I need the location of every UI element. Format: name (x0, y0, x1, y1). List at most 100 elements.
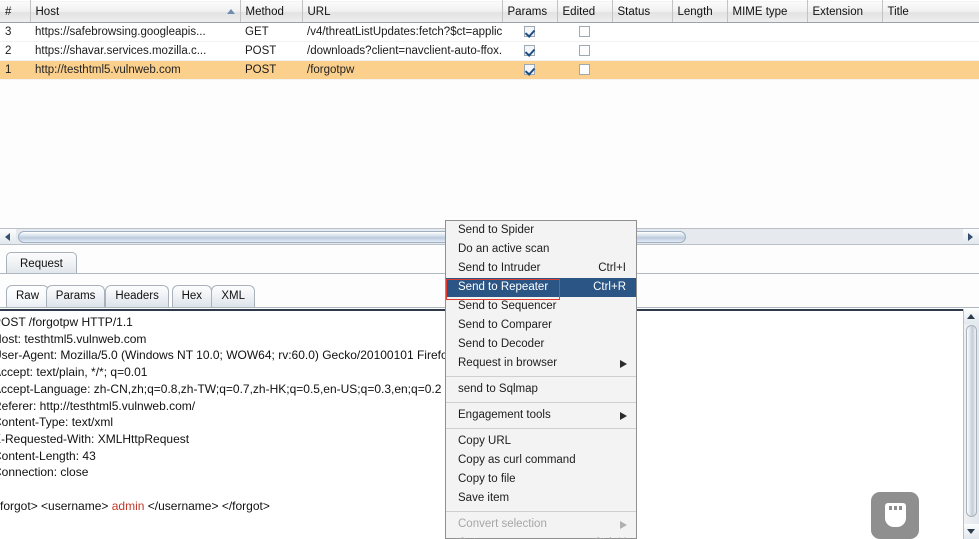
cell-title (882, 22, 979, 42)
menu-separator (446, 402, 636, 403)
checkbox-unchecked-icon[interactable] (579, 45, 590, 57)
menu-item-label: Send to Intruder (458, 262, 541, 274)
menu-item-save-item[interactable]: Save item (446, 489, 636, 508)
cell-url: /v4/threatListUpdates:fetch?$ct=applic..… (302, 22, 502, 42)
scroll-right-arrow-icon[interactable] (963, 229, 979, 244)
cell-params[interactable] (502, 22, 557, 42)
cell-params[interactable] (502, 60, 557, 80)
menu-item-cut: CutCtrl+X (446, 534, 636, 539)
column-header-edited[interactable]: Edited (557, 0, 613, 23)
scroll-left-arrow-icon[interactable] (0, 229, 16, 244)
menu-item-send-to-comparer[interactable]: Send to Comparer (446, 316, 636, 335)
scroll-up-arrow-icon[interactable] (964, 309, 979, 324)
cell-edited[interactable] (557, 22, 612, 42)
menu-item-send-to-spider[interactable]: Send to Spider (446, 221, 636, 240)
menu-item-label: Send to Spider (458, 224, 535, 236)
menu-item-label: Send to Repeater (458, 281, 549, 293)
menu-item-send-to-sqlmap[interactable]: send to Sqlmap (446, 380, 636, 399)
cell-mime-type (727, 22, 807, 42)
tab-raw[interactable]: Raw (6, 285, 50, 307)
menu-item-copy-url[interactable]: Copy URL (446, 432, 636, 451)
menu-item-label: Send to Comparer (458, 319, 552, 331)
menu-item-send-to-sequencer[interactable]: Send to Sequencer (446, 297, 636, 316)
request-body-highlight: admin (111, 498, 145, 513)
table-row[interactable]: 2 https://shavar.services.mozilla.c... POS… (0, 41, 979, 61)
proxy-history-table: # Host Method URL Params Edited Status L… (0, 0, 979, 80)
column-header-status[interactable]: Status (612, 0, 673, 23)
menu-item-engagement-tools[interactable]: Engagement tools (446, 406, 636, 425)
menu-item-copy-to-file[interactable]: Copy to file (446, 470, 636, 489)
tab-hex[interactable]: Hex (171, 285, 213, 307)
checkbox-unchecked-icon[interactable] (579, 64, 590, 76)
column-label: Params (507, 5, 548, 18)
menu-item-send-to-intruder[interactable]: Send to Intruder Ctrl+I (446, 259, 636, 278)
cell-method: POST (240, 60, 302, 80)
cell-mime-type (727, 60, 807, 80)
menu-item-shortcut: Ctrl+R (593, 281, 626, 293)
context-menu[interactable]: Send to Spider Do an active scan Send to I… (445, 220, 637, 539)
menu-item-shortcut: Ctrl+X (594, 534, 626, 539)
column-header-length[interactable]: Length (672, 0, 728, 23)
column-header-num[interactable]: # (0, 0, 31, 23)
tab-headers[interactable]: Headers (105, 285, 169, 307)
tab-request[interactable]: Request (6, 252, 77, 274)
cell-status (612, 41, 672, 61)
cell-extension (807, 22, 882, 42)
menu-item-request-in-browser[interactable]: Request in browser (446, 354, 636, 373)
column-header-url[interactable]: URL (302, 0, 503, 23)
column-label: URL (307, 5, 331, 18)
submenu-arrow-icon (620, 412, 627, 420)
submenu-arrow-icon (620, 360, 627, 368)
menu-item-convert-selection: Convert selection (446, 515, 636, 534)
cell-url: /downloads?client=navclient-auto-ffox... (302, 41, 502, 61)
column-header-params[interactable]: Params (502, 0, 558, 23)
cell-status (612, 22, 672, 42)
menu-item-label: Save item (458, 492, 510, 504)
cell-params[interactable] (502, 41, 557, 61)
menu-item-label: send to Sqlmap (458, 383, 538, 395)
cell-edited[interactable] (557, 60, 612, 80)
table-row[interactable]: 3 https://safebrowsing.googleapis... GET/v… (0, 22, 979, 42)
checkbox-checked-icon[interactable] (524, 45, 535, 57)
tab-xml[interactable]: XML (211, 285, 256, 307)
menu-item-label: Engagement tools (458, 409, 551, 421)
request-vertical-scrollbar[interactable] (963, 309, 979, 539)
cell-edited[interactable] (557, 41, 612, 61)
menu-separator (446, 428, 636, 429)
menu-item-shortcut: Ctrl+I (598, 262, 626, 274)
column-label: # (5, 5, 12, 18)
menu-item-send-to-decoder[interactable]: Send to Decoder (446, 335, 636, 354)
menu-item-label: Copy URL (458, 435, 512, 447)
cell-host: https://shavar.services.mozilla.c... (30, 41, 240, 61)
menu-item-do-an-active-scan[interactable]: Do an active scan (446, 240, 636, 259)
menu-item-copy-as-curl-command[interactable]: Copy as curl command (446, 451, 636, 470)
checkbox-unchecked-icon[interactable] (579, 26, 590, 38)
column-header-method[interactable]: Method (240, 0, 303, 23)
menu-separator (446, 511, 636, 512)
column-label: Host (35, 5, 60, 18)
checkbox-checked-icon[interactable] (524, 26, 535, 38)
scroll-down-arrow-icon[interactable] (964, 524, 979, 539)
column-header-mime-type[interactable]: MIME type (727, 0, 808, 23)
menu-item-label: Send to Sequencer (458, 300, 557, 312)
table-body: 3 https://safebrowsing.googleapis... GET/v… (0, 22, 979, 80)
cell-title (882, 41, 979, 61)
menu-item-send-to-repeater[interactable]: Send to Repeater Ctrl+R (446, 278, 636, 297)
column-label: Status (617, 5, 651, 18)
cell-num: 3 (0, 22, 30, 42)
column-header-title[interactable]: Title (882, 0, 979, 23)
burp-proxy-window: # Host Method URL Params Edited Status L… (0, 0, 979, 539)
usb-drive-badge[interactable] (871, 492, 919, 539)
column-label: Title (887, 5, 909, 18)
checkbox-checked-icon[interactable] (524, 64, 535, 76)
scrollbar-thumb[interactable] (966, 325, 977, 517)
cell-host: https://safebrowsing.googleapis... (30, 22, 240, 42)
table-header-row: # Host Method URL Params Edited Status L… (0, 0, 979, 23)
column-label: Edited (562, 5, 596, 18)
tab-params[interactable]: Params (45, 285, 106, 307)
table-row[interactable]: 1 http://testhtml5.vulnweb.com POST/forgot… (0, 60, 979, 80)
cell-host: http://testhtml5.vulnweb.com (30, 60, 240, 80)
column-header-host[interactable]: Host (30, 0, 241, 23)
column-header-extension[interactable]: Extension (807, 0, 883, 23)
menu-item-label: Convert selection (458, 518, 547, 530)
